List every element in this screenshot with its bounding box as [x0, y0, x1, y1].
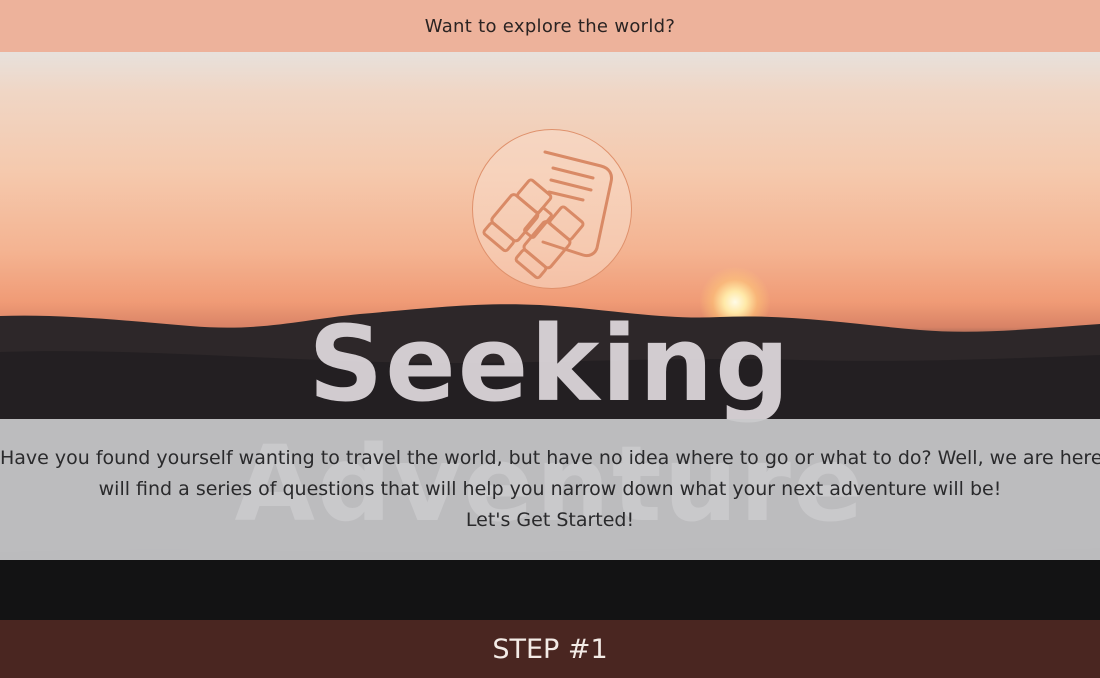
- logo-badge: [472, 129, 632, 289]
- binoculars-and-map-icon: [482, 150, 613, 280]
- intro-call-to-action: Let's Get Started!: [465, 509, 635, 531]
- top-banner-text: Want to explore the world?: [424, 15, 676, 37]
- intro-text-line-1: Have you found yourself wanting to trave…: [0, 447, 1100, 469]
- intro-panel: Have you found yourself wanting to trave…: [0, 419, 1100, 560]
- intro-text-line-2: will find a series of questions that wil…: [98, 478, 1002, 500]
- step-header: STEP #1: [0, 620, 1100, 678]
- top-banner: Want to explore the world?: [0, 0, 1100, 52]
- step-label: STEP #1: [492, 633, 608, 665]
